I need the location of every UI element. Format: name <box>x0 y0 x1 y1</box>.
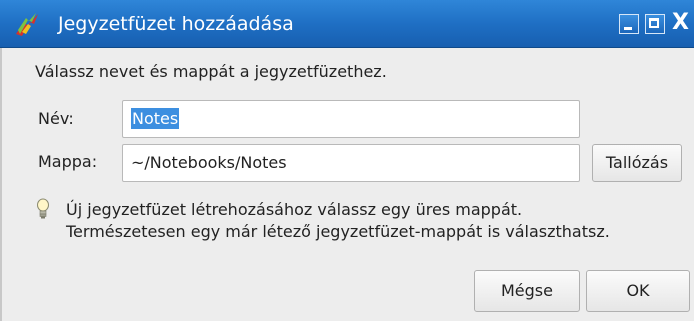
folder-input[interactable]: ~/Notebooks/Notes <box>122 144 580 182</box>
maximize-icon[interactable] <box>645 14 665 34</box>
browse-button[interactable]: Tallózás <box>592 144 682 182</box>
dialog-window: Jegyzetfüzet hozzáadása X Válassz nevet … <box>0 0 694 321</box>
name-input[interactable]: Notes <box>122 100 580 138</box>
hint-line-1: Új jegyzetfüzet létrehozásához válassz e… <box>66 200 523 219</box>
instruction-text: Válassz nevet és mappát a jegyzetfüzethe… <box>35 62 387 81</box>
window-title: Jegyzetfüzet hozzáadása <box>58 13 294 35</box>
folder-label: Mappa: <box>38 152 98 171</box>
name-input-value: Notes <box>131 108 180 129</box>
close-icon[interactable]: X <box>672 9 689 37</box>
name-label: Név: <box>38 109 74 128</box>
title-bar[interactable]: Jegyzetfüzet hozzáadása X <box>0 0 694 48</box>
window-border <box>0 48 2 321</box>
ok-button[interactable]: OK <box>586 270 690 312</box>
lightbulb-icon <box>37 198 49 219</box>
app-logo-icon <box>16 13 38 36</box>
folder-input-value: ~/Notebooks/Notes <box>131 153 287 172</box>
hint-line-2: Természetesen egy már létező jegyzetfüze… <box>66 222 610 241</box>
minimize-icon[interactable] <box>619 14 639 34</box>
cancel-button[interactable]: Mégse <box>474 270 580 312</box>
